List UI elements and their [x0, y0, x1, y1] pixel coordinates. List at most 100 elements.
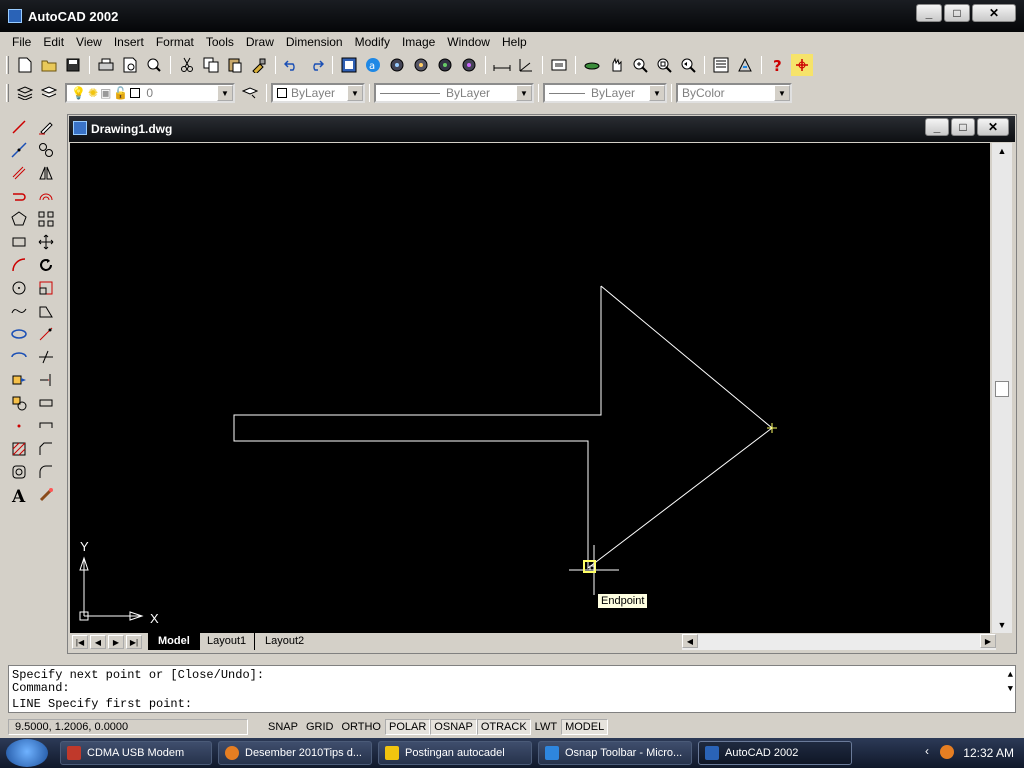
- close-button[interactable]: ✕: [972, 4, 1016, 22]
- design-center-icon[interactable]: [338, 54, 360, 76]
- 3d-orbit-icon[interactable]: [581, 54, 603, 76]
- ucs-icon[interactable]: [515, 54, 537, 76]
- move-icon[interactable]: [35, 231, 57, 253]
- open-icon[interactable]: [38, 54, 60, 76]
- zoom-window-icon[interactable]: [653, 54, 675, 76]
- paste-icon[interactable]: [224, 54, 246, 76]
- construction-line-icon[interactable]: [8, 139, 30, 161]
- vertical-scrollbar[interactable]: ▲ ▼: [992, 143, 1012, 633]
- task-folder[interactable]: Postingan autocadel: [378, 741, 532, 765]
- menu-draw[interactable]: Draw: [240, 32, 280, 52]
- properties-palette-icon[interactable]: [710, 54, 732, 76]
- trim-icon[interactable]: [35, 346, 57, 368]
- copy-icon[interactable]: [200, 54, 222, 76]
- vertical-scroll-thumb[interactable]: [995, 381, 1009, 397]
- model-toggle[interactable]: MODEL: [561, 719, 609, 735]
- menu-help[interactable]: Help: [496, 32, 533, 52]
- line-icon[interactable]: [8, 116, 30, 138]
- first-tab-icon[interactable]: |◀: [72, 635, 88, 649]
- start-button[interactable]: [6, 739, 48, 767]
- otrack-toggle[interactable]: OTRACK: [476, 719, 531, 735]
- zoom-realtime-icon[interactable]: [629, 54, 651, 76]
- osnap-toolbar-icon[interactable]: [791, 54, 813, 76]
- menu-format[interactable]: Format: [150, 32, 200, 52]
- undo-icon[interactable]: [281, 54, 303, 76]
- match-properties-icon[interactable]: [248, 54, 270, 76]
- adcenter-icon[interactable]: [734, 54, 756, 76]
- prev-tab-icon[interactable]: ◀: [90, 635, 106, 649]
- osnap-toggle[interactable]: OSNAP: [430, 719, 477, 735]
- grid-toggle[interactable]: GRID: [302, 719, 338, 735]
- array-icon[interactable]: [35, 208, 57, 230]
- dbconnect-icon[interactable]: [434, 54, 456, 76]
- cmd-scroll-down-icon[interactable]: ▼: [1008, 684, 1013, 694]
- menu-modify[interactable]: Modify: [349, 32, 396, 52]
- coordinate-display[interactable]: 9.5000, 1.2006, 0.0000: [8, 719, 248, 735]
- region-icon[interactable]: [8, 461, 30, 483]
- offset-icon[interactable]: [35, 185, 57, 207]
- layer-combo[interactable]: 💡 ✺ ▣ 🔓 0 ▼: [65, 83, 235, 103]
- make-layer-current-icon[interactable]: [239, 82, 261, 104]
- tab-layout1[interactable]: Layout1: [196, 633, 256, 650]
- tray-app-icon[interactable]: [940, 744, 955, 759]
- drawing-maximize-button[interactable]: □: [951, 118, 975, 136]
- erase-icon[interactable]: [35, 116, 57, 138]
- today-icon[interactable]: a: [362, 54, 384, 76]
- maximize-button[interactable]: □: [944, 4, 970, 22]
- cmd-scroll-up-icon[interactable]: ▲: [1008, 670, 1013, 680]
- break-icon[interactable]: [35, 392, 57, 414]
- polar-toggle[interactable]: POLAR: [385, 719, 431, 735]
- menu-image[interactable]: Image: [396, 32, 441, 52]
- last-tab-icon[interactable]: ▶|: [126, 635, 142, 649]
- horizontal-scrollbar[interactable]: ◀ ▶: [682, 634, 996, 650]
- polygon-icon[interactable]: [8, 208, 30, 230]
- publish-icon[interactable]: [143, 54, 165, 76]
- arc-icon[interactable]: [8, 254, 30, 276]
- lengthen-icon[interactable]: [35, 323, 57, 345]
- distance-icon[interactable]: [491, 54, 513, 76]
- rectangle-icon[interactable]: [8, 231, 30, 253]
- tool-palette-icon[interactable]: [386, 54, 408, 76]
- chevron-down-icon[interactable]: ▼: [217, 85, 233, 101]
- ortho-toggle[interactable]: ORTHO: [337, 719, 385, 735]
- extend-icon[interactable]: [35, 369, 57, 391]
- menu-window[interactable]: Window: [441, 32, 496, 52]
- chevron-down-icon[interactable]: ▼: [774, 85, 790, 101]
- taskbar-clock[interactable]: 12:32 AM: [963, 746, 1014, 760]
- mirror-icon[interactable]: [35, 162, 57, 184]
- model-space-canvas[interactable]: Y X Endpoint: [70, 143, 990, 633]
- layer-manager-icon[interactable]: [14, 82, 36, 104]
- menu-edit[interactable]: Edit: [37, 32, 70, 52]
- toolbar-grip[interactable]: [6, 56, 9, 74]
- chamfer-icon[interactable]: [35, 438, 57, 460]
- plotstyle-combo[interactable]: ByColor ▼: [676, 83, 792, 103]
- drawing-close-button[interactable]: ✕: [977, 118, 1009, 136]
- next-tab-icon[interactable]: ▶: [108, 635, 124, 649]
- polyline-icon[interactable]: [8, 185, 30, 207]
- circle-icon[interactable]: [8, 277, 30, 299]
- linetype-combo[interactable]: ByLayer ▼: [374, 83, 534, 103]
- markup-icon[interactable]: [458, 54, 480, 76]
- drawing-minimize-button[interactable]: _: [925, 118, 949, 136]
- scroll-down-arrow-icon[interactable]: ▼: [994, 617, 1010, 633]
- command-prompt[interactable]: LINE Specify first point:: [12, 698, 192, 711]
- tab-model[interactable]: Model: [148, 633, 200, 650]
- spline-icon[interactable]: [8, 300, 30, 322]
- hatch-icon[interactable]: [8, 438, 30, 460]
- task-firefox[interactable]: Desember 2010Tips d...: [218, 741, 372, 765]
- insert-block-icon[interactable]: [8, 369, 30, 391]
- color-combo[interactable]: ByLayer ▼: [271, 83, 365, 103]
- scroll-left-arrow-icon[interactable]: ◀: [682, 634, 698, 648]
- scroll-right-arrow-icon[interactable]: ▶: [980, 634, 996, 648]
- scroll-up-arrow-icon[interactable]: ▲: [994, 143, 1010, 159]
- task-cdma-modem[interactable]: CDMA USB Modem: [60, 741, 212, 765]
- properties-icon[interactable]: [410, 54, 432, 76]
- ellipse-icon[interactable]: [8, 323, 30, 345]
- menu-view[interactable]: View: [70, 32, 108, 52]
- redo-icon[interactable]: [305, 54, 327, 76]
- pan-icon[interactable]: [605, 54, 627, 76]
- toolbar-grip-2[interactable]: [6, 84, 9, 102]
- print-icon[interactable]: [95, 54, 117, 76]
- multiline-icon[interactable]: [8, 162, 30, 184]
- cut-icon[interactable]: [176, 54, 198, 76]
